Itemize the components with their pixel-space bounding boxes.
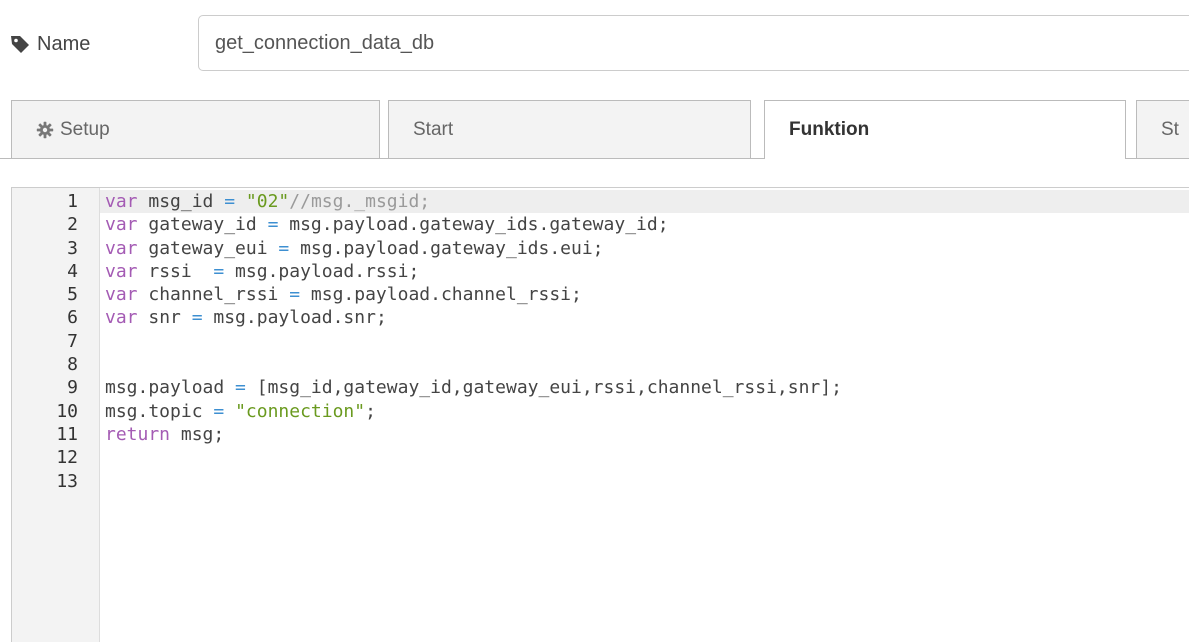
tab-funktion-label: Funktion — [789, 119, 870, 140]
tag-icon — [9, 33, 31, 55]
code-text: msg.payload = [msg_id,gateway_id,gateway… — [105, 376, 842, 399]
line-number: 13 — [56, 470, 78, 492]
line-number: 6 — [67, 307, 78, 329]
code-token: = — [278, 237, 290, 259]
function-node-editor: Name get_connection_data_db Setup Start … — [0, 0, 1189, 642]
code-text: msg.topic = "connection"; — [105, 400, 376, 423]
code-token: = — [213, 260, 225, 282]
code-token: //msg._msgid; — [289, 191, 431, 212]
line-number: 5 — [67, 284, 78, 306]
code-text: var snr = msg.payload.snr; — [105, 306, 387, 329]
code-token: = — [267, 214, 279, 236]
line-number: 8 — [67, 354, 78, 376]
code-token: return — [105, 423, 171, 445]
tab-bar: Setup Start Funktion St — [0, 100, 1189, 160]
code-token: = — [235, 377, 246, 399]
tab-start-label: Start — [413, 118, 454, 140]
code-text: var msg_id = "02"//msg._msgid; — [105, 190, 430, 213]
line-number: 11 — [56, 423, 78, 445]
code-line: 9 msg.payload = [msg_id,gateway_id,gatewa… — [12, 376, 1189, 399]
code-token: = — [191, 307, 203, 329]
line-number: 7 — [67, 330, 78, 352]
name-label: Name — [9, 29, 90, 59]
gear-icon — [36, 121, 54, 139]
line-number: 4 — [67, 260, 78, 282]
line-number: 9 — [67, 377, 78, 399]
name-input[interactable] — [198, 15, 1189, 71]
code-lines: 1 var msg_id = "02"//msg._msgid; 2 var gate… — [12, 190, 1189, 493]
code-token: msg; — [170, 423, 225, 445]
tab-setup-label: Setup — [60, 118, 110, 140]
code-text: var rssi = msg.payload.rssi; — [105, 260, 419, 283]
code-token: = — [289, 284, 301, 306]
code-token: var — [105, 214, 138, 236]
code-token: var — [105, 260, 138, 282]
code-line: 13 — [12, 470, 1189, 493]
code-token: "02" — [245, 191, 290, 212]
code-line: 10 msg.topic = "connection"; — [12, 400, 1189, 423]
code-token: msg.payload.channel_rssi; — [300, 284, 582, 306]
code-token: ; — [365, 400, 376, 422]
code-line: 12 — [12, 446, 1189, 469]
code-token: gateway_eui — [137, 237, 279, 259]
code-text: var gateway_id = msg.payload.gateway_ids… — [105, 213, 669, 236]
code-token: var — [105, 191, 138, 212]
code-token: [msg_id,gateway_id,gateway_eui,rssi,chan… — [245, 377, 842, 399]
code-token: msg.payload.rssi; — [224, 260, 420, 282]
code-token: = — [213, 400, 225, 422]
code-token: var — [105, 284, 138, 306]
name-label-text: Name — [37, 32, 91, 55]
code-token: msg.topic — [105, 400, 214, 422]
code-line: 2 var gateway_id = msg.payload.gateway_id… — [12, 213, 1189, 236]
line-number: 3 — [67, 237, 78, 259]
line-number: 12 — [56, 447, 78, 469]
name-row: Name — [0, 0, 1189, 90]
code-token: channel_rssi — [137, 284, 290, 306]
line-number: 2 — [67, 214, 78, 236]
code-token: msg.payload — [105, 377, 236, 399]
tab-st-label: St — [1161, 118, 1179, 140]
code-token: msg_id — [137, 191, 225, 212]
tab-st[interactable]: St — [1136, 100, 1189, 158]
code-text: var channel_rssi = msg.payload.channel_r… — [105, 283, 582, 306]
code-text: return msg; — [105, 423, 224, 446]
code-editor[interactable]: 1 var msg_id = "02"//msg._msgid; 2 var gate… — [11, 187, 1189, 642]
code-line: 8 — [12, 353, 1189, 376]
tab-start[interactable]: Start — [388, 100, 751, 158]
code-line: 11 return msg; — [12, 423, 1189, 446]
code-token: rssi — [137, 260, 214, 282]
line-number: 1 — [67, 191, 78, 212]
code-text: var gateway_eui = msg.payload.gateway_id… — [105, 237, 604, 260]
code-token: gateway_id — [137, 214, 268, 236]
code-token: msg.payload.gateway_ids.eui; — [289, 237, 604, 259]
code-line: 7 — [12, 330, 1189, 353]
line-number: 10 — [56, 400, 78, 422]
code-token: "connection" — [235, 400, 366, 422]
code-line: 3 var gateway_eui = msg.payload.gateway_i… — [12, 237, 1189, 260]
code-token: snr — [137, 307, 192, 329]
code-token: var — [105, 307, 138, 329]
code-line: 6 var snr = msg.payload.snr; — [12, 306, 1189, 329]
code-token: msg.payload.snr; — [202, 307, 387, 329]
code-token: var — [105, 237, 138, 259]
tab-setup[interactable]: Setup — [11, 100, 380, 158]
code-token: = — [224, 191, 236, 212]
code-line: 5 var channel_rssi = msg.payload.channel_… — [12, 283, 1189, 306]
tab-funktion[interactable]: Funktion — [764, 100, 1126, 159]
code-line: 1 var msg_id = "02"//msg._msgid; — [12, 190, 1189, 213]
code-line: 4 var rssi = msg.payload.rssi; — [12, 260, 1189, 283]
code-token: msg.payload.gateway_ids.gateway_id; — [278, 214, 669, 236]
